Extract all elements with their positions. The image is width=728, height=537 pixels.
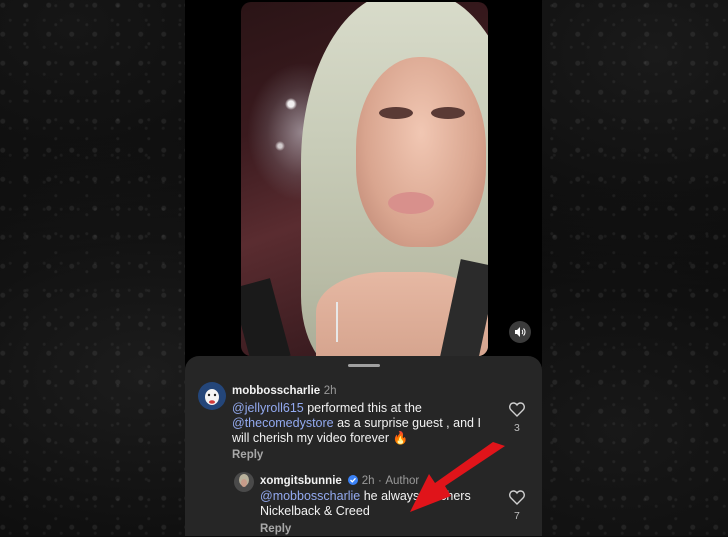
sheet-drag-handle[interactable] — [348, 364, 380, 367]
comment-header: xomgitsbunnie 2h · Author — [260, 473, 419, 489]
eye-right — [431, 107, 465, 119]
reply-button[interactable]: Reply — [260, 522, 291, 537]
comment-text: performed this at the — [303, 401, 422, 415]
verified-badge-icon — [348, 475, 359, 485]
like-count: 3 — [514, 422, 520, 434]
video-player[interactable] — [241, 2, 488, 356]
mention-link[interactable]: @thecomedystore — [232, 416, 334, 430]
comment-username[interactable]: xomgitsbunnie — [260, 475, 342, 487]
comment-text: as a surprise guest , and I — [333, 416, 481, 430]
mention-link[interactable]: @mobbosscharlie — [260, 489, 360, 503]
lips — [388, 192, 434, 214]
speaker-icon[interactable] — [509, 321, 531, 343]
clothing-strap — [241, 278, 291, 356]
face — [356, 57, 486, 247]
arrow-annotation — [410, 442, 505, 512]
comment-username[interactable]: mobbosscharlie — [232, 385, 320, 397]
comment-time: 2h — [323, 385, 337, 397]
comment-time: 2h — [361, 475, 375, 487]
reply-button[interactable]: Reply — [232, 448, 263, 463]
separator: · — [378, 475, 382, 487]
mention-link[interactable]: @jellyroll615 — [232, 401, 304, 415]
necklace — [336, 302, 338, 342]
comment-header: mobbosscharlie 2h — [232, 383, 336, 399]
eye-left — [379, 107, 413, 119]
heart-icon[interactable] — [509, 402, 525, 417]
avatar[interactable] — [234, 472, 254, 492]
avatar[interactable] — [198, 382, 226, 410]
